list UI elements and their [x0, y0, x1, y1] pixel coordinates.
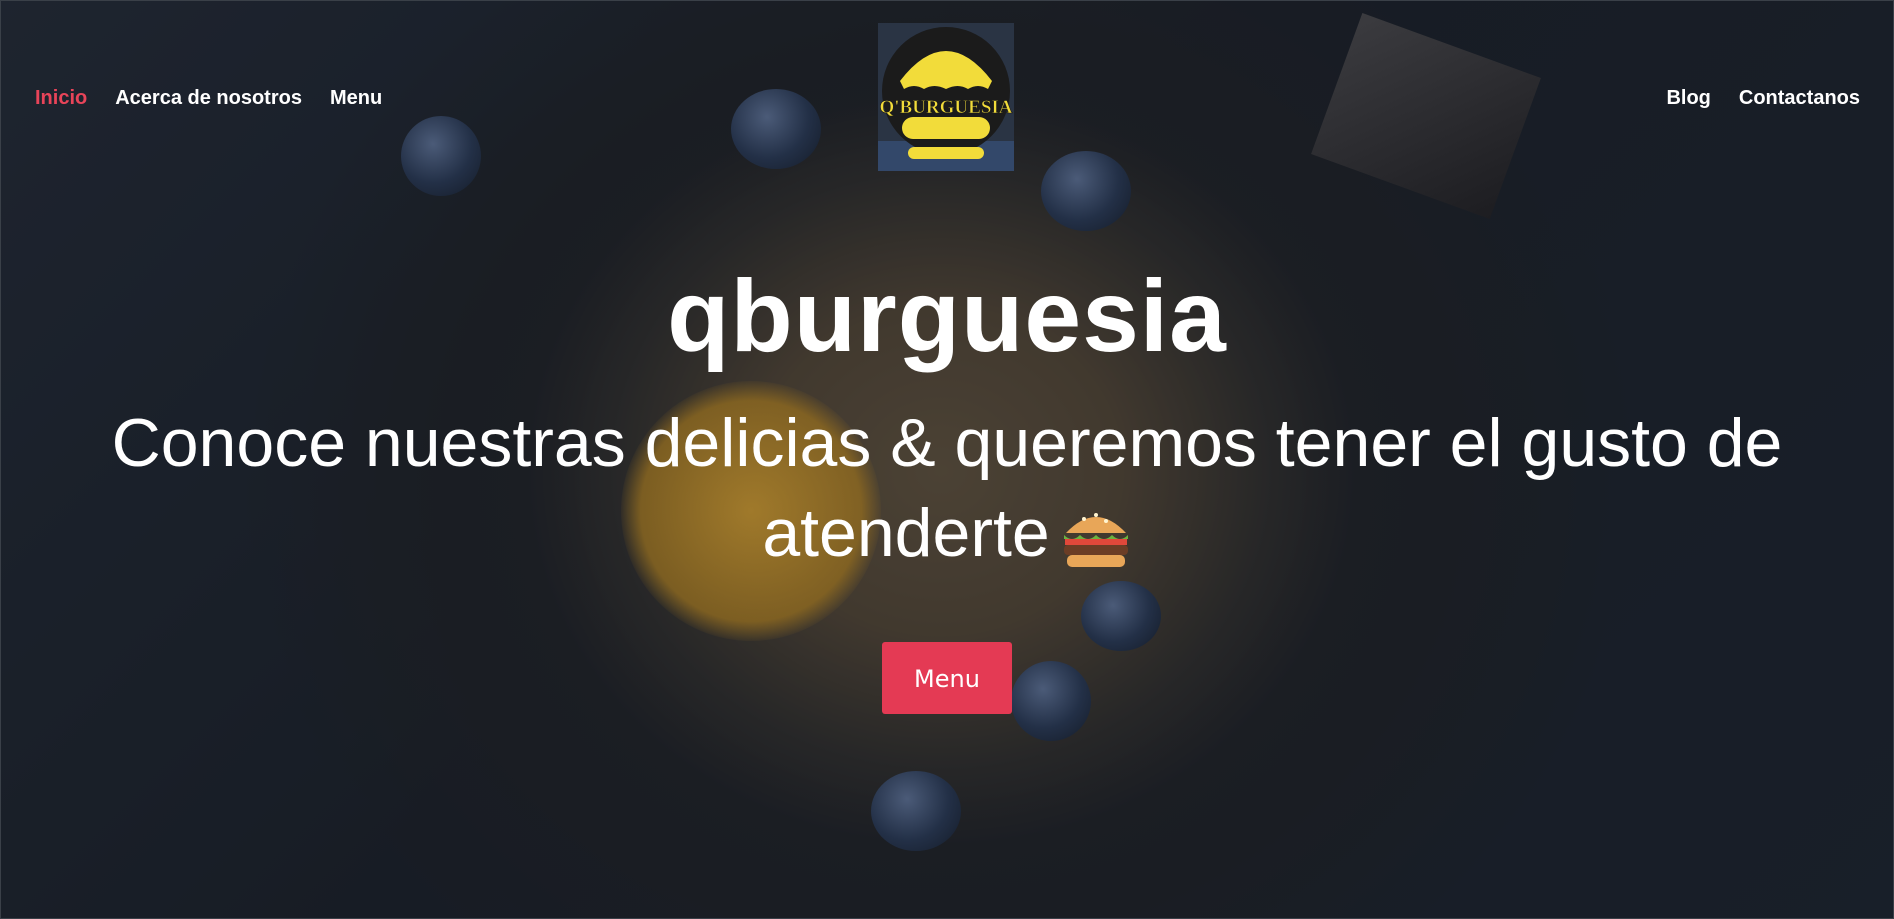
hamburger-emoji-icon — [1060, 501, 1132, 568]
nav-link-blog[interactable]: Blog — [1666, 87, 1710, 110]
hero-content: qburguesia Conoce nuestras delicias & qu… — [1, 256, 1893, 714]
burger-logo-icon: Q'BURGUESIA — [878, 23, 1014, 171]
nav-link-inicio[interactable]: Inicio — [35, 87, 87, 110]
nav-link-acerca[interactable]: Acerca de nosotros — [115, 87, 302, 110]
nav-link-contactanos[interactable]: Contactanos — [1739, 87, 1860, 110]
blueberry-decoration — [871, 771, 961, 851]
nav-right-group: Blog Contactanos — [1666, 87, 1860, 110]
hero-subtitle-text: Conoce nuestras delicias & queremos tene… — [111, 405, 1783, 571]
hero-subtitle: Conoce nuestras delicias & queremos tene… — [47, 398, 1847, 578]
nav-link-menu[interactable]: Menu — [330, 87, 382, 110]
brand-logo[interactable]: Q'BURGUESIA — [878, 23, 1014, 171]
top-navigation: Inicio Acerca de nosotros Menu Q'BURGUES… — [1, 1, 1893, 181]
logo-wordmark: Q'BURGUESIA — [879, 97, 1012, 118]
menu-button[interactable]: Menu — [882, 642, 1012, 714]
hero-title: qburguesia — [667, 259, 1227, 373]
nav-left-group: Inicio Acerca de nosotros Menu — [35, 87, 382, 110]
hero-section: Inicio Acerca de nosotros Menu Q'BURGUES… — [0, 0, 1894, 919]
